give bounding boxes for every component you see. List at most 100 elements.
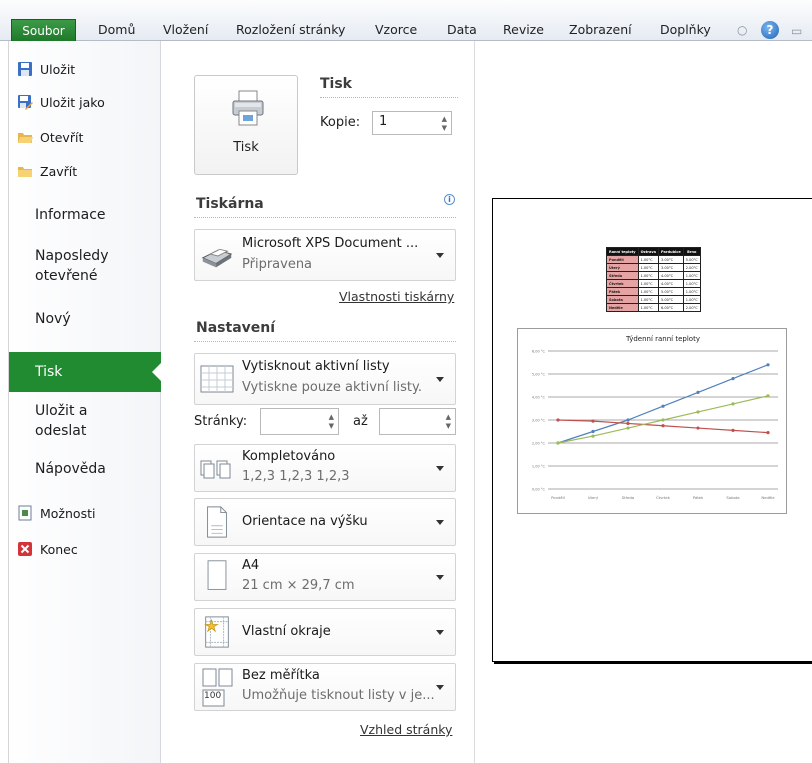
x-tick-label: Středa [622, 495, 634, 500]
tab-review[interactable]: Revize [503, 19, 544, 41]
spin-up-icon[interactable]: ▲ [329, 414, 334, 421]
spin-down-icon[interactable]: ▼ [329, 423, 334, 430]
data-point [626, 418, 630, 422]
paper-size-dropdown[interactable]: A4 21 cm × 29,7 cm [194, 553, 456, 601]
exit-label: Konec [40, 541, 78, 557]
y-tick-label: 4,00 °C [532, 396, 546, 400]
exit-command[interactable]: Konec [17, 538, 78, 560]
table-cell: 1.00°C [637, 295, 660, 304]
data-point [556, 418, 560, 422]
chevron-down-icon [436, 630, 444, 635]
table-row: Neděle 1.00°C 6.00°C 2.00°C [606, 303, 701, 312]
paper-icon [207, 560, 227, 590]
y-tick-label: 0,00 °C [532, 488, 546, 492]
backstage-nav: Uložit Uložit jako Otevřít Zavřít Inform… [0, 41, 162, 763]
table-header-row: Ranní teploty Ostrava Pardubice Brno [606, 247, 701, 256]
scaling-title: Bez měřítka [242, 668, 320, 683]
minimize-ribbon-icon[interactable]: ○ [737, 19, 747, 41]
x-tick-label: Úterý [588, 495, 599, 500]
table-row: Úterý 1.00°C 3.00°C 2.00°C [606, 263, 701, 272]
copies-label: Kopie: [320, 115, 361, 130]
tab-formulas[interactable]: Vzorce [375, 19, 417, 41]
y-tick-label: 5,00 °C [532, 373, 546, 377]
close-command[interactable]: Zavřít [17, 160, 77, 182]
tab-insert[interactable]: Vložení [163, 19, 208, 41]
copies-stepper[interactable]: 1 ▲ ▼ [372, 111, 452, 135]
print-button[interactable]: Tisk [194, 75, 298, 175]
portrait-page-icon [207, 506, 227, 538]
tab-save-send[interactable]: Uložit a odeslat [35, 401, 87, 441]
table-cell: 2.00°C [682, 303, 701, 312]
table-cell: 6.00°C [658, 303, 684, 312]
tab-page-layout[interactable]: Rozložení stránky [236, 19, 345, 41]
table-header: Ostrava [637, 247, 660, 256]
sheet-icon [200, 365, 234, 393]
tab-help[interactable]: Nápověda [35, 459, 106, 479]
tab-view[interactable]: Zobrazení [569, 19, 632, 41]
collate-title: Kompletováno [242, 449, 336, 464]
data-point [661, 424, 665, 428]
spin-up-icon[interactable]: ▲ [446, 414, 451, 421]
tab-file[interactable]: Soubor [11, 19, 76, 41]
tab-recent-line1: Naposledy [35, 248, 109, 264]
printer-properties-link[interactable]: Vlastnosti tiskárny [339, 289, 454, 304]
series-line [557, 364, 769, 444]
tab-addins[interactable]: Doplňky [660, 19, 711, 41]
chevron-down-icon [436, 466, 444, 471]
tab-data[interactable]: Data [447, 19, 477, 41]
collate-dropdown[interactable]: Kompletováno 1,2,3 1,2,3 1,2,3 [194, 444, 456, 492]
tab-recent[interactable]: Naposledy otevřené [35, 246, 108, 286]
data-point [731, 377, 735, 381]
options-command[interactable]: Možnosti [17, 502, 95, 524]
data-point [766, 394, 770, 398]
orientation-title: Orientace na výšku [242, 514, 368, 529]
pages-from-input[interactable]: ▲ ▼ [260, 408, 339, 435]
table-cell: 4.00°C [658, 279, 684, 288]
print-what-sub: Vytiskne pouze aktivní listy. [242, 380, 422, 395]
collate-sub: 1,2,3 1,2,3 1,2,3 [242, 469, 350, 484]
data-point [731, 402, 735, 406]
chart-svg: Týdenní ranní teploty 0,00 °C 1,00 °C 2,00 … [532, 335, 778, 500]
printer-dropdown[interactable]: Microsoft XPS Document ... Připravena [194, 229, 456, 281]
save-as-command[interactable]: Uložit jako [17, 91, 105, 113]
save-command[interactable]: Uložit [17, 58, 75, 80]
preview-table: Ranní teploty Ostrava Pardubice Brno Pon… [606, 247, 701, 312]
printer-status: Připravena [242, 257, 313, 272]
print-what-dropdown[interactable]: Vytisknout aktivní listy Vytiskne pouze … [194, 353, 456, 405]
chevron-down-icon [436, 575, 444, 580]
orientation-dropdown[interactable]: Orientace na výšku [194, 498, 456, 546]
data-point [696, 410, 700, 414]
table-cell: 5.00°C [658, 295, 684, 304]
data-point [731, 428, 735, 432]
page-setup-link[interactable]: Vzhled stránky [360, 722, 452, 737]
table-cell: Úterý [606, 263, 639, 272]
scaling-icon-text: 100 [204, 691, 222, 701]
pages-to-input[interactable]: ▲ ▼ [379, 408, 456, 435]
tab-info[interactable]: Informace [35, 205, 106, 225]
margins-icon [204, 616, 229, 648]
spin-down-icon[interactable]: ▼ [442, 125, 447, 132]
printer-name: Microsoft XPS Document ... [242, 236, 419, 251]
data-point [626, 426, 630, 430]
preview-chart: Týdenní ranní teploty 0,00 °C 1,00 °C 2,00 … [517, 328, 787, 514]
spin-down-icon[interactable]: ▼ [446, 423, 451, 430]
y-tick-label: 6,00 °C [532, 350, 546, 354]
tab-home[interactable]: Domů [98, 19, 135, 41]
info-icon[interactable]: i [444, 194, 455, 205]
open-label: Otevřít [40, 129, 84, 145]
table-cell: 1.00°C [682, 295, 701, 304]
margins-dropdown[interactable]: Vlastní okraje [194, 608, 456, 656]
tab-recent-line2: otevřené [35, 268, 98, 284]
window-minimize-icon[interactable]: ▭ [791, 20, 802, 42]
tab-print[interactable]: Tisk [9, 352, 162, 392]
scaling-dropdown[interactable]: 100 Bez měřítka Umožňuje tisknout listy … [194, 663, 456, 711]
paper-title: A4 [242, 558, 260, 573]
print-settings-pane: Tisk Tisk Kopie: 1 ▲ ▼ Tiskárna i Micros… [161, 41, 475, 763]
table-header: Brno [682, 247, 701, 256]
data-point [591, 429, 595, 434]
spin-up-icon[interactable]: ▲ [442, 116, 447, 123]
tab-new[interactable]: Nový [35, 309, 71, 329]
open-command[interactable]: Otevřít [17, 126, 83, 148]
help-icon[interactable]: ? [761, 21, 779, 39]
y-tick-label: 1,00 °C [532, 465, 546, 469]
